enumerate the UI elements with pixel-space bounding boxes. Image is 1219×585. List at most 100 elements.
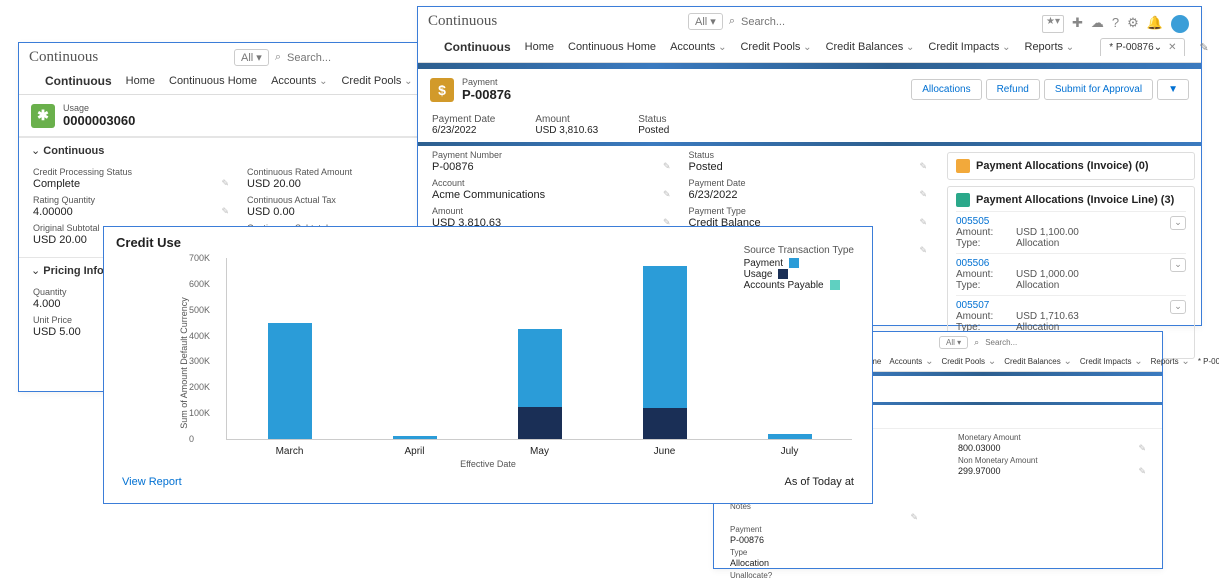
refund-button[interactable]: Refund (986, 79, 1040, 100)
search-icon: ⌕ (275, 51, 281, 64)
nav-credit-impacts[interactable]: Credit Impacts (928, 41, 1010, 53)
account-link[interactable]: Acme Communications (432, 189, 671, 202)
search-scope[interactable]: All ▾ (939, 336, 968, 349)
gear-icon[interactable]: ⚙ (1127, 15, 1139, 33)
header-utility-icons: ★▾ ✚ ☁ ? ⚙ 🔔 (1042, 15, 1189, 33)
value: USD 20.00 (247, 178, 443, 191)
x-tick: July (760, 446, 820, 457)
nav-credit-pools[interactable]: Credit Pools (740, 41, 811, 53)
label: Payment Date (432, 114, 495, 125)
top-nav: Continuous Home Continuous Home Accounts… (418, 36, 1201, 63)
edit-icon[interactable]: ✎ (1199, 41, 1208, 54)
x-tick: March (260, 446, 320, 457)
value[interactable] (730, 512, 918, 523)
nav-continuous-home[interactable]: Continuous Home (169, 75, 257, 87)
nav-credit-impacts[interactable]: Credit Impacts (1080, 356, 1143, 367)
label: Type (730, 548, 918, 557)
value: Allocation (1016, 280, 1186, 291)
nav-reports[interactable]: Reports (1151, 356, 1190, 367)
chevron-down-icon[interactable]: ⌄ (1170, 300, 1186, 314)
bar-segment-payment (643, 266, 687, 408)
value[interactable]: 4.00000 (33, 206, 229, 219)
bar-segment-payment (768, 434, 812, 439)
cloud-icon[interactable]: ☁ (1091, 15, 1104, 33)
nav-home[interactable]: Home (525, 41, 554, 53)
nav-accounts[interactable]: Accounts (271, 75, 327, 87)
view-report-link[interactable]: View Report (122, 476, 182, 488)
nav-reports[interactable]: Reports (1025, 41, 1075, 53)
allocation-link[interactable]: 005507 (956, 300, 989, 311)
workspace-name: Continuous (444, 40, 511, 54)
chevron-down-icon[interactable]: ⌄ (1170, 258, 1186, 272)
allocations-button[interactable]: Allocations (911, 79, 981, 100)
close-icon[interactable]: ✕ (1168, 42, 1176, 53)
value[interactable]: 6/23/2022 (689, 189, 928, 202)
value[interactable]: 800.03000 (958, 443, 1146, 454)
record-tab[interactable]: * P-00876 (1198, 357, 1219, 366)
nav-accounts[interactable]: Accounts (889, 356, 933, 367)
value[interactable]: P-00876 (432, 161, 671, 174)
allocation-item: 005507⌄ Amount:USD 1,710.63 Type:Allocat… (956, 295, 1186, 333)
search-scope[interactable]: All ▾ (234, 49, 269, 66)
value[interactable]: 299.97000 (958, 466, 1146, 477)
allocation-link[interactable]: 005505 (956, 216, 989, 227)
record-tab[interactable]: * P-00876 ⌄✕ (1100, 38, 1185, 56)
nav-continuous-home[interactable]: Continuous Home (568, 41, 656, 53)
section-continuous[interactable]: Continuous (19, 137, 457, 163)
top-nav: Continuous Home Continuous Home Accounts… (19, 72, 457, 95)
search-scope[interactable]: All ▾ (688, 13, 723, 30)
payment-link[interactable]: P-00876 (730, 535, 918, 546)
record-number: 0000003060 (63, 113, 135, 128)
bar-column: March (268, 258, 312, 439)
payment-allocations-invoice-card[interactable]: Payment Allocations (Invoice) (0) (947, 152, 1195, 180)
y-tick: 500K (189, 305, 210, 315)
chevron-down-icon[interactable]: ⌄ (1170, 216, 1186, 230)
star-icon[interactable]: ★▾ (1042, 15, 1064, 33)
submit-for-approval-button[interactable]: Submit for Approval (1044, 79, 1153, 100)
value: 6/23/2022 (432, 125, 495, 136)
label: Payment Date (689, 178, 928, 188)
help-icon[interactable]: ? (1112, 15, 1119, 33)
search-input[interactable] (985, 338, 1085, 347)
value[interactable]: Posted (689, 161, 928, 174)
value: USD 1,710.63 (1016, 311, 1186, 322)
add-icon[interactable]: ✚ (1072, 15, 1083, 33)
value[interactable]: Complete (33, 178, 229, 191)
nav-credit-pools[interactable]: Credit Pools (341, 75, 412, 87)
label: Amount: (956, 269, 1016, 280)
x-tick: June (635, 446, 695, 457)
label: Payment Number (432, 150, 671, 160)
label: Rating Quantity (33, 195, 229, 205)
bar-column: May (518, 258, 562, 439)
x-tick: May (510, 446, 570, 457)
nav-credit-balances[interactable]: Credit Balances (1004, 356, 1072, 367)
credit-use-chart-window: Credit Use Sum of Amount Default Currenc… (103, 226, 873, 504)
allocation-link[interactable]: 005506 (956, 258, 989, 269)
label: Non Monetary Amount (958, 456, 1146, 465)
bell-icon[interactable]: 🔔 (1147, 15, 1163, 33)
record-number: P-00876 (462, 87, 511, 102)
y-tick: 200K (189, 382, 210, 392)
y-tick: 700K (189, 253, 210, 263)
legend-item: Accounts Payable (744, 280, 854, 291)
nav-accounts[interactable]: Accounts (670, 41, 726, 53)
y-tick: 100K (189, 408, 210, 418)
nav-credit-balances[interactable]: Credit Balances (826, 41, 915, 53)
bar-column: June (643, 258, 687, 439)
record-type: Usage (63, 103, 135, 113)
more-actions-button[interactable]: ▼ (1157, 79, 1189, 100)
search-input[interactable] (741, 16, 901, 28)
bar-segment-payment (518, 329, 562, 407)
avatar[interactable] (1171, 15, 1189, 33)
usage-icon: ✱ (31, 104, 55, 128)
search-icon: ⌕ (974, 337, 979, 348)
nav-home[interactable]: Home (126, 75, 155, 87)
label: Amount: (956, 311, 1016, 322)
value: Allocation (730, 558, 918, 569)
label: Payment Type (689, 206, 928, 216)
record-type: Payment (462, 77, 511, 87)
bar-segment-usage (518, 407, 562, 439)
chevron-down-icon: ⌄ (1154, 42, 1162, 53)
nav-credit-pools[interactable]: Credit Pools (941, 356, 996, 367)
label: Type: (956, 280, 1016, 291)
